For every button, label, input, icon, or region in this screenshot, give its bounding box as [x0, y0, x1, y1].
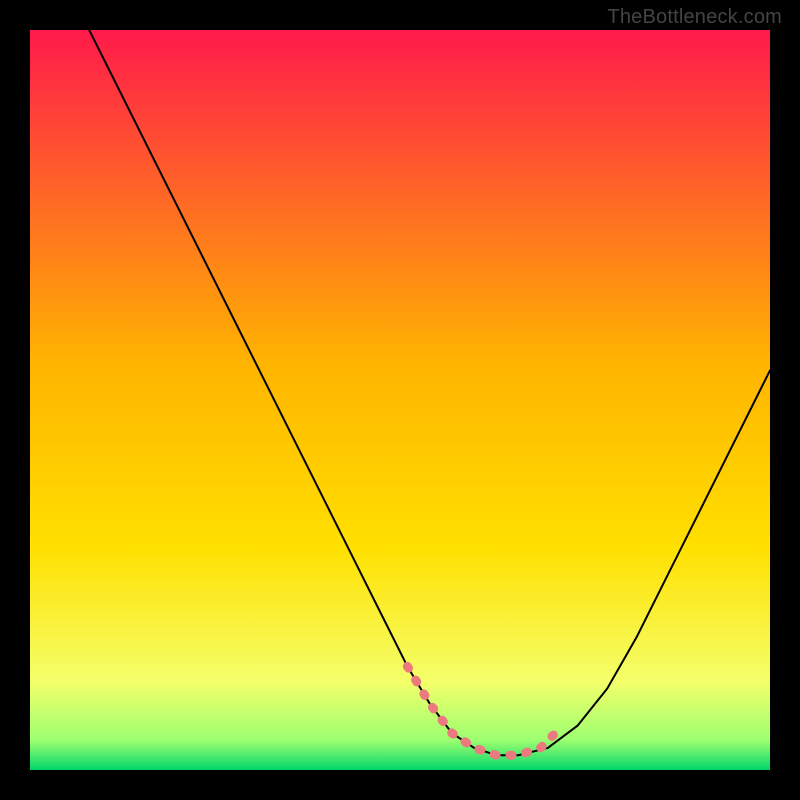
chart-frame: TheBottleneck.com [0, 0, 800, 800]
plot-area [30, 30, 770, 770]
plot-svg [30, 30, 770, 770]
watermark-text: TheBottleneck.com [607, 6, 782, 29]
gradient-background [30, 30, 770, 770]
